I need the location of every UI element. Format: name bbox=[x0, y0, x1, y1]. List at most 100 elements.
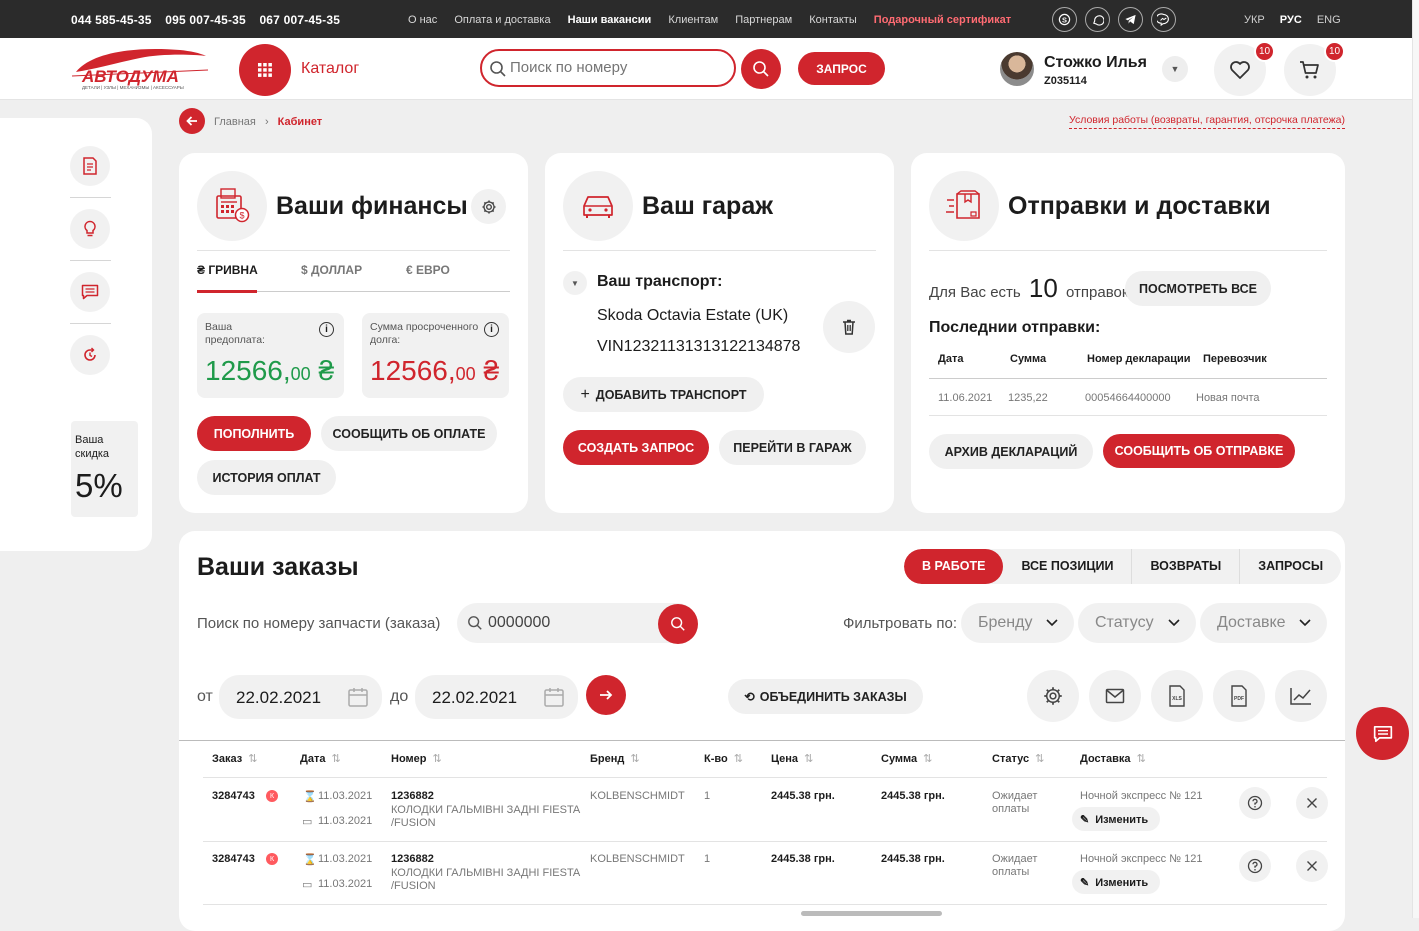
phone-link[interactable]: 044 585-45-35 bbox=[71, 13, 152, 27]
nav-gift-certificate[interactable]: Подарочный сертификат bbox=[874, 14, 1011, 26]
messenger-icon[interactable] bbox=[1151, 7, 1176, 32]
terms-link[interactable]: Условия работы (возвраты, гарантия, отср… bbox=[1069, 114, 1345, 129]
telegram-icon[interactable] bbox=[1118, 7, 1143, 32]
finance-settings-button[interactable] bbox=[471, 189, 506, 224]
help-button[interactable] bbox=[1239, 850, 1271, 882]
rail-ideas-button[interactable] bbox=[70, 209, 110, 249]
avatar[interactable] bbox=[1000, 52, 1034, 86]
request-button[interactable]: ЗАПРОС bbox=[798, 52, 885, 85]
nav-clients[interactable]: Клиентам bbox=[668, 14, 718, 26]
pdf-export-button[interactable]: PDF bbox=[1213, 670, 1265, 722]
order-id[interactable]: 3284743 bbox=[212, 853, 255, 865]
rail-documents-button[interactable] bbox=[70, 146, 110, 186]
table-settings-button[interactable] bbox=[1027, 670, 1079, 722]
table-row[interactable]: 3284743 К ⌛ 11.03.2021 ▭ 11.03.2021 1236… bbox=[179, 778, 1345, 841]
th-status[interactable]: Статус ⇅ bbox=[992, 752, 1044, 765]
order-search-button[interactable] bbox=[658, 604, 698, 644]
part-number[interactable]: 1236882 bbox=[391, 790, 434, 802]
declarations-archive-button[interactable]: АРХИВ ДЕКЛАРАЦИЙ bbox=[929, 434, 1093, 469]
shipment-declaration[interactable]: 00054664400000 bbox=[1085, 392, 1171, 404]
horizontal-scrollbar[interactable] bbox=[801, 911, 942, 916]
date-from-field[interactable]: 22.02.2021 bbox=[219, 675, 382, 719]
chat-button[interactable] bbox=[1356, 707, 1409, 760]
rail-messages-button[interactable] bbox=[70, 272, 110, 312]
user-menu-chevron-icon[interactable]: ▼ bbox=[1162, 56, 1188, 82]
order-id[interactable]: 3284743 bbox=[212, 790, 255, 802]
info-icon[interactable]: i bbox=[319, 322, 334, 337]
payment-history-button[interactable]: ИСТОРИЯ ОПЛАТ bbox=[197, 460, 336, 495]
create-request-button[interactable]: СОЗДАТЬ ЗАПРОС bbox=[563, 430, 709, 465]
tab-returns[interactable]: ВОЗВРАТЫ bbox=[1132, 549, 1241, 584]
search-submit-button[interactable] bbox=[741, 49, 781, 89]
favorites-button[interactable]: 10 bbox=[1214, 41, 1275, 96]
lang-eng[interactable]: ENG bbox=[1317, 14, 1341, 26]
report-payment-button[interactable]: СООБЩИТЬ ОБ ОПЛАТЕ bbox=[321, 416, 497, 451]
catalog-button[interactable] bbox=[239, 44, 291, 96]
remove-button[interactable] bbox=[1296, 850, 1328, 882]
search-input[interactable] bbox=[510, 59, 720, 76]
filter-brand[interactable]: Бренду bbox=[961, 603, 1074, 643]
order-search-value[interactable]: 0000000 bbox=[488, 614, 550, 632]
th-sum[interactable]: Сумма ⇅ bbox=[881, 752, 932, 765]
help-button[interactable] bbox=[1239, 787, 1271, 819]
viber-icon[interactable] bbox=[1085, 7, 1110, 32]
th-price[interactable]: Цена ⇅ bbox=[771, 752, 813, 765]
lang-ukr[interactable]: УКР bbox=[1244, 14, 1265, 26]
th-qty[interactable]: К-во ⇅ bbox=[704, 752, 743, 765]
th-date[interactable]: Дата ⇅ bbox=[300, 752, 341, 765]
phone-link[interactable]: 067 007-45-35 bbox=[259, 13, 340, 27]
nav-payment[interactable]: Оплата и доставка bbox=[454, 14, 550, 26]
nav-vacancies[interactable]: Наши вакансии bbox=[568, 14, 652, 26]
rail-history-button[interactable] bbox=[70, 335, 110, 375]
skype-icon[interactable]: S bbox=[1052, 7, 1077, 32]
collapse-chevron-icon[interactable]: ▼ bbox=[563, 271, 587, 295]
th-order[interactable]: Заказ ⇅ bbox=[212, 752, 257, 765]
tab-uah[interactable]: ₴ ГРИВНА bbox=[197, 263, 258, 277]
topup-button[interactable]: ПОПОЛНИТЬ bbox=[197, 416, 311, 451]
go-to-garage-button[interactable]: ПЕРЕЙТИ В ГАРАЖ bbox=[719, 430, 866, 465]
th-number[interactable]: Номер ⇅ bbox=[391, 752, 442, 765]
table-row[interactable]: 3284743 К ⌛ 11.03.2021 ▭ 11.03.2021 1236… bbox=[179, 841, 1345, 904]
cart-button[interactable]: 10 bbox=[1284, 41, 1345, 96]
add-transport-button[interactable]: + ДОБАВИТЬ ТРАНСПОРТ bbox=[563, 377, 764, 412]
site-logo[interactable]: АВТОДУМА ДЕТАЛИ | УЗЛЫ | МЕХАНИЗМЫ | АКС… bbox=[70, 44, 210, 90]
grid-icon bbox=[258, 63, 272, 77]
edit-delivery-button[interactable]: ✎ Изменить bbox=[1072, 870, 1161, 894]
part-number[interactable]: 1236882 bbox=[391, 853, 434, 865]
nav-partners[interactable]: Партнерам bbox=[735, 14, 792, 26]
order-date: 11.03.2021 bbox=[318, 790, 373, 802]
tab-eur[interactable]: € ЕВРО bbox=[406, 263, 450, 277]
vertical-scrollbar[interactable] bbox=[1412, 0, 1419, 918]
th-brand[interactable]: Бренд ⇅ bbox=[590, 752, 640, 765]
back-button[interactable] bbox=[179, 108, 205, 134]
catalog-label[interactable]: Каталог bbox=[301, 60, 359, 78]
filter-delivery[interactable]: Доставке bbox=[1200, 603, 1327, 643]
tab-usd[interactable]: $ ДОЛЛАР bbox=[301, 263, 362, 277]
nav-about[interactable]: О нас bbox=[408, 14, 437, 26]
user-name[interactable]: Стожко Илья bbox=[1044, 54, 1147, 72]
date-to-value[interactable]: 22.02.2021 bbox=[432, 688, 517, 708]
delete-car-button[interactable] bbox=[823, 301, 875, 353]
filter-status[interactable]: Статусу bbox=[1078, 603, 1196, 643]
tab-all-positions[interactable]: ВСЕ ПОЗИЦИИ bbox=[1003, 549, 1133, 584]
date-from-value[interactable]: 22.02.2021 bbox=[236, 688, 321, 708]
nav-contacts[interactable]: Контакты bbox=[809, 14, 857, 26]
xls-export-button[interactable]: XLS bbox=[1151, 670, 1203, 722]
date-to-field[interactable]: 22.02.2021 bbox=[415, 675, 578, 719]
th-delivery[interactable]: Доставка ⇅ bbox=[1080, 752, 1146, 765]
tab-in-progress[interactable]: В РАБОТЕ bbox=[904, 549, 1004, 584]
breadcrumb-home[interactable]: Главная bbox=[214, 116, 256, 128]
remove-button[interactable] bbox=[1296, 787, 1328, 819]
view-all-shipments-button[interactable]: ПОСМОТРЕТЬ ВСЕ bbox=[1125, 271, 1271, 306]
language-switch: УКР РУС ENG bbox=[1244, 14, 1353, 26]
edit-delivery-button[interactable]: ✎ Изменить bbox=[1072, 807, 1161, 831]
report-shipment-button[interactable]: СООБЩИТЬ ОБ ОТПРАВКЕ bbox=[1103, 434, 1295, 468]
apply-dates-button[interactable] bbox=[586, 675, 626, 715]
tab-requests[interactable]: ЗАПРОСЫ bbox=[1240, 549, 1341, 584]
merge-orders-button[interactable]: ⟲ ОБЪЕДИНИТЬ ЗАКАЗЫ bbox=[728, 679, 923, 714]
lang-rus[interactable]: РУС bbox=[1280, 14, 1302, 26]
info-icon[interactable]: i bbox=[484, 322, 499, 337]
email-export-button[interactable] bbox=[1089, 670, 1141, 722]
statistics-button[interactable] bbox=[1275, 670, 1327, 722]
phone-link[interactable]: 095 007-45-35 bbox=[165, 13, 246, 27]
